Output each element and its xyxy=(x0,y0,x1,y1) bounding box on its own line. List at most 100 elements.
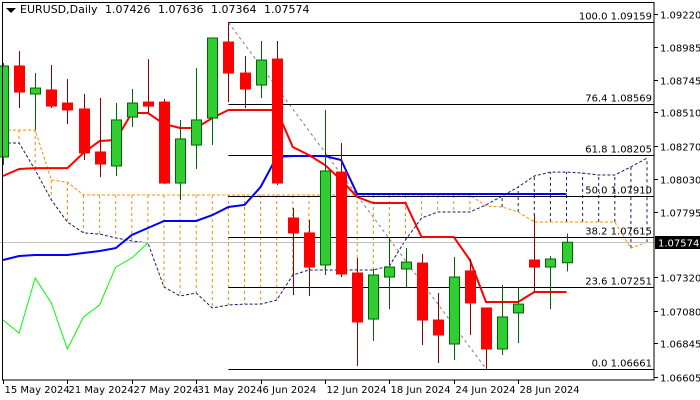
candle-body xyxy=(0,65,9,158)
bullish-candle xyxy=(368,268,379,341)
y-tick-label: 1.07320 xyxy=(660,274,700,285)
bearish-candle xyxy=(14,51,25,109)
y-tick-label: 1.06845 xyxy=(660,340,700,351)
candle-body xyxy=(529,259,540,268)
fib-level-label: 100.0 1.09159 xyxy=(579,12,652,23)
bearish-candle xyxy=(529,215,540,293)
y-axis: 1.09220 1.08985 1.08745 1.08510 1.08270 1.080… xyxy=(654,11,700,385)
candle-body xyxy=(352,272,363,323)
fib-level-label: 76.4 1.08569 xyxy=(585,94,652,105)
bullish-candle xyxy=(562,233,573,272)
current-price-label: 1.07574 xyxy=(658,239,699,250)
bullish-candle xyxy=(0,62,9,166)
y-tick-label: 1.08270 xyxy=(660,143,700,154)
candle-body xyxy=(143,101,154,107)
bearish-candle xyxy=(143,59,154,114)
candle-body xyxy=(30,87,41,95)
candle-body xyxy=(401,261,412,270)
fib-level-label: 38.2 1.07615 xyxy=(585,227,652,238)
bearish-candle xyxy=(481,307,492,369)
x-tick-label: 12 Jun 2024 xyxy=(327,385,387,396)
x-axis: 15 May 202421 May 2024 27 May 202431 May … xyxy=(3,380,580,396)
candle-body xyxy=(14,65,25,93)
candle-body xyxy=(513,303,524,314)
candle-body xyxy=(191,119,202,146)
x-tick-label: 27 May 2024 xyxy=(134,385,199,396)
candle-body xyxy=(497,316,508,350)
candle-body xyxy=(256,59,267,86)
bullish-candle xyxy=(497,284,508,355)
close-price: 1.07574 xyxy=(263,3,310,16)
candle-body xyxy=(127,102,138,118)
bearish-candle xyxy=(417,254,428,345)
y-tick-label: 1.07795 xyxy=(660,209,700,220)
candle-body xyxy=(417,262,428,321)
candle-body xyxy=(159,101,170,184)
candle-body xyxy=(175,138,186,184)
bearish-candle xyxy=(223,22,234,103)
low-price: 1.07364 xyxy=(210,3,257,16)
fibonacci-retracement: 100.0 1.09159 76.4 1.08569 61.8 1.08205 50.… xyxy=(227,12,654,370)
x-tick-label: 6 Jun 2024 xyxy=(263,385,317,396)
candle-body xyxy=(95,151,106,165)
candle-body xyxy=(288,217,299,234)
dropdown-triangle-icon[interactable] xyxy=(6,7,16,13)
bearish-candle xyxy=(159,98,170,184)
bullish-candle xyxy=(175,119,186,200)
y-tick-label: 1.08510 xyxy=(660,109,700,120)
candle-body xyxy=(79,108,90,154)
candle-body xyxy=(240,72,251,90)
candle-body xyxy=(223,41,234,74)
candles xyxy=(0,22,573,369)
bullish-candle xyxy=(513,287,524,344)
fib-level-label: 0.0 1.06661 xyxy=(592,359,652,370)
bullish-candle xyxy=(384,236,395,310)
bearish-candle xyxy=(272,41,283,185)
candle-body xyxy=(545,258,556,268)
bearish-candle xyxy=(95,98,106,178)
x-tick-label: 28 Jun 2024 xyxy=(520,385,580,396)
fib-level-label: 23.6 1.07251 xyxy=(585,277,652,288)
candle-body xyxy=(433,319,444,336)
candle-body xyxy=(465,270,476,304)
current-price-tag: 1.07574 xyxy=(655,236,700,250)
candle-body xyxy=(304,232,315,268)
bearish-candle xyxy=(336,142,347,278)
bearish-candle xyxy=(304,220,315,297)
candle-body xyxy=(449,276,460,345)
fib-level-label: 50.0 1.07910 xyxy=(585,186,652,197)
candle-body xyxy=(111,119,122,167)
bullish-candle xyxy=(207,37,218,146)
chart-header: EURUSD,Daily 1.07426 1.07636 1.07364 1.0… xyxy=(6,3,313,16)
candle-body xyxy=(562,241,573,264)
bullish-candle xyxy=(30,73,41,130)
bullish-candle xyxy=(111,103,122,176)
candle-body xyxy=(320,170,331,266)
candle-body xyxy=(481,307,492,350)
bearish-candle xyxy=(288,207,299,296)
x-tick-label: 24 Jun 2024 xyxy=(456,385,516,396)
bearish-candle xyxy=(433,292,444,364)
x-tick-label: 15 May 2024 xyxy=(5,385,70,396)
y-tick-label: 1.08030 xyxy=(660,176,700,187)
symbol-timeframe: EURUSD,Daily xyxy=(20,3,98,16)
bullish-candle xyxy=(449,257,460,360)
bullish-candle xyxy=(545,255,556,310)
y-tick-label: 1.09220 xyxy=(660,11,700,22)
x-tick-label: 31 May 2024 xyxy=(198,385,263,396)
candle-body xyxy=(336,171,347,275)
x-tick-label: 21 May 2024 xyxy=(69,385,134,396)
bullish-candle xyxy=(401,248,412,288)
candlestick-chart[interactable]: 100.0 1.09159 76.4 1.08569 61.8 1.08205 50.… xyxy=(0,0,700,400)
fib-level-label: 61.8 1.08205 xyxy=(585,145,652,156)
chikou-span-line xyxy=(2,242,149,351)
bearish-candle xyxy=(240,56,251,109)
bullish-candle xyxy=(127,89,138,128)
y-tick-label: 1.06605 xyxy=(660,374,700,385)
bearish-candle xyxy=(352,258,363,367)
y-tick-label: 1.08985 xyxy=(660,44,700,55)
bullish-candle xyxy=(256,41,267,99)
bullish-candle xyxy=(191,67,202,170)
candle-body xyxy=(62,102,73,111)
x-tick-label: 18 Jun 2024 xyxy=(391,385,451,396)
